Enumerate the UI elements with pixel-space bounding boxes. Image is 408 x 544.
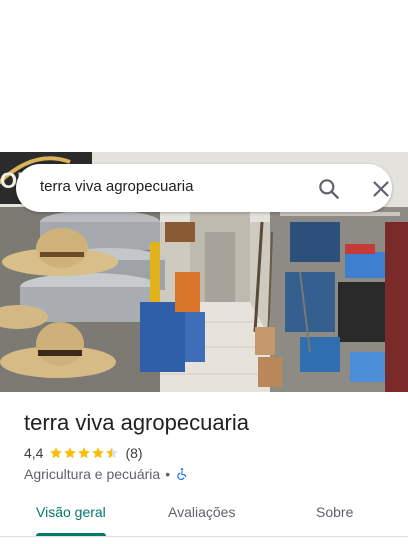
blank-header-area	[0, 0, 408, 152]
search-icon[interactable]	[316, 176, 342, 202]
category-row: Agricultura e pecuária •	[24, 465, 189, 483]
star-icon	[50, 447, 63, 459]
star-rating	[49, 446, 119, 460]
half-star-icon	[106, 447, 119, 459]
tab-about[interactable]: Sobre	[316, 504, 353, 520]
star-icon	[92, 447, 105, 459]
search-bar[interactable]: terra viva agropecuaria	[16, 164, 392, 212]
search-input[interactable]: terra viva agropecuaria	[40, 178, 193, 195]
place-name: terra viva agropecuaria	[24, 410, 250, 435]
review-count[interactable]: (8)	[125, 445, 142, 461]
tabs-divider	[0, 536, 408, 537]
tab-overview[interactable]: Visão geral	[36, 504, 106, 520]
tab-reviews[interactable]: Avaliações	[168, 504, 235, 520]
wheelchair-icon	[177, 468, 187, 480]
rating-row[interactable]: 4,4 (8)	[24, 444, 143, 462]
star-icon	[64, 447, 77, 459]
place-category: Agricultura e pecuária	[24, 466, 161, 482]
star-icon	[78, 447, 91, 459]
separator-dot: •	[165, 466, 171, 482]
rating-value: 4,4	[24, 445, 44, 461]
close-icon[interactable]	[368, 176, 394, 202]
place-tabs: Visão geral Avaliações Sobre	[0, 492, 408, 538]
